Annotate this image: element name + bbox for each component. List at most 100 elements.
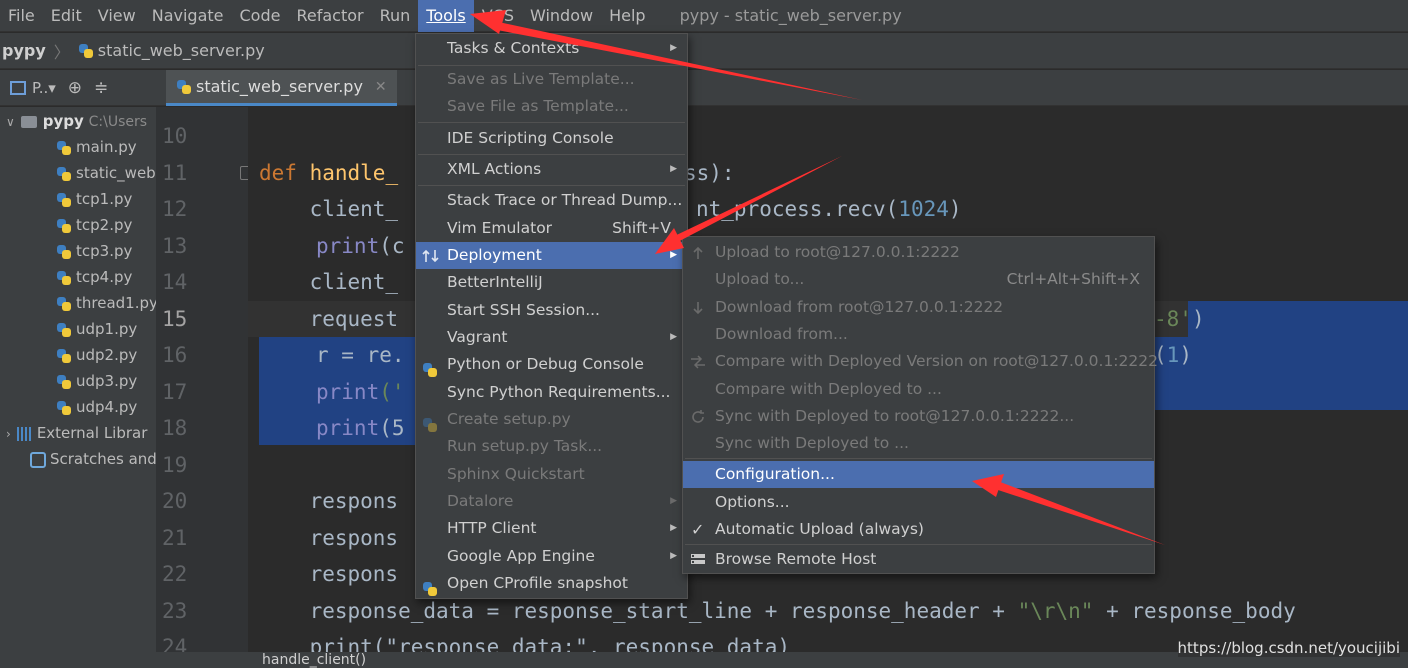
menu-item-automatic-upload[interactable]: ✓ Automatic Upload (always)	[683, 516, 1154, 543]
menu-item-upload-to[interactable]: Upload to... Ctrl+Alt+Shift+X	[683, 266, 1154, 293]
tree-scratches-label: Scratches and	[50, 450, 156, 468]
tree-root[interactable]: ∨ pypy C:\Users	[6, 108, 147, 134]
menu-separator	[418, 154, 685, 155]
menu-item-download-from-root[interactable]: Download from root@127.0.0.1:2222	[683, 294, 1154, 321]
menu-item-vim-emulator[interactable]: Vim Emulator Shift+V	[416, 215, 687, 242]
tree-file[interactable]: thread1.py	[56, 290, 156, 316]
menu-item-vagrant[interactable]: Vagrant ▶	[416, 324, 687, 351]
menu-run[interactable]: Run	[372, 0, 419, 32]
tree-file-label: tcp3.py	[76, 242, 133, 260]
menu-tools[interactable]: Tools	[418, 0, 474, 32]
window-title: pypy - static_web_server.py	[679, 6, 902, 25]
menu-item-google-app-engine[interactable]: Google App Engine ▶	[416, 543, 687, 570]
tree-scratches[interactable]: Scratches and	[30, 446, 156, 472]
menu-item-sphinx-quickstart[interactable]: Sphinx Quickstart	[416, 461, 687, 488]
line-number: 12	[162, 197, 188, 221]
menu-item-label: Sync Python Requirements...	[447, 383, 671, 401]
python-file-icon	[56, 348, 72, 364]
cprofile-icon	[422, 575, 440, 596]
tab-static-web-server[interactable]: static_web_server.py ✕	[166, 70, 397, 106]
code-line-11: def handle_	[259, 155, 398, 191]
menu-item-configuration[interactable]: Configuration...	[683, 461, 1154, 488]
submenu-arrow-icon: ▶	[670, 551, 677, 561]
crosshair-icon[interactable]: ⊕	[68, 78, 82, 98]
code-line-15-tail: -8')	[1154, 301, 1205, 337]
tree-file[interactable]: tcp3.py	[56, 238, 132, 264]
submenu-arrow-icon: ▶	[670, 43, 677, 53]
menu-item-save-file-template[interactable]: Save File as Template...	[416, 93, 687, 120]
menu-item-sync-deployed-root[interactable]: Sync with Deployed to root@127.0.0.1:222…	[683, 403, 1154, 430]
menu-item-compare-deployed[interactable]: Compare with Deployed to ...	[683, 376, 1154, 403]
python-file-icon	[56, 140, 72, 156]
line-number: 20	[162, 489, 188, 513]
tree-file[interactable]: udp1.py	[56, 316, 137, 342]
code-token: )	[1191, 307, 1205, 331]
tree-file[interactable]: tcp4.py	[56, 264, 132, 290]
library-icon	[16, 426, 31, 441]
menu-item-sync-deployed[interactable]: Sync with Deployed to ...	[683, 430, 1154, 457]
breadcrumb-project[interactable]: pypy	[2, 41, 46, 60]
menu-refactor[interactable]: Refactor	[288, 0, 371, 32]
tree-file[interactable]: udp4.py	[56, 394, 137, 420]
menu-item-tasks-contexts[interactable]: Tasks & Contexts ▶	[416, 35, 687, 62]
python-file-icon	[56, 374, 72, 390]
code-token: print	[316, 234, 380, 258]
tree-file-label: udp2.py	[76, 346, 138, 364]
function-breadcrumb[interactable]: handle_client()	[262, 652, 366, 668]
menu-navigate[interactable]: Navigate	[144, 0, 232, 32]
menu-item-run-setup-task[interactable]: Run setup.py Task...	[416, 433, 687, 460]
menu-item-sync-python-requirements[interactable]: Sync Python Requirements...	[416, 379, 687, 406]
menu-item-compare-deployed-root[interactable]: Compare with Deployed Version on root@12…	[683, 348, 1158, 375]
menu-item-browse-remote-host[interactable]: Browse Remote Host	[683, 546, 1154, 573]
tree-file-label: main.py	[76, 138, 137, 156]
menu-item-upload-to-root[interactable]: Upload to root@127.0.0.1:2222	[683, 239, 1154, 266]
code-token: response_data = response_start_line + re…	[259, 599, 1018, 623]
menu-file[interactable]: File	[0, 0, 43, 32]
menu-item-datalore[interactable]: Datalore ▶	[416, 488, 687, 515]
editor-tab-strip: static_web_server.py ✕	[156, 70, 1408, 106]
menu-item-save-live-template[interactable]: Save as Live Template...	[416, 66, 687, 93]
menu-item-stack-trace[interactable]: Stack Trace or Thread Dump...	[416, 187, 687, 214]
tree-file[interactable]: tcp1.py	[56, 186, 132, 212]
folder-icon	[20, 115, 37, 128]
tree-file[interactable]: main.py	[56, 134, 137, 160]
navigation-bar: pypy 〉 static_web_server.py	[0, 33, 1408, 69]
breadcrumb-file[interactable]: static_web_server.py	[98, 41, 265, 60]
tree-external-libraries[interactable]: › External Librar	[6, 420, 147, 446]
compare-icon	[691, 355, 705, 369]
menu-item-options[interactable]: Options...	[683, 489, 1154, 516]
menu-item-python-console[interactable]: Python or Debug Console	[416, 351, 687, 378]
menu-item-betterintellij[interactable]: BetterIntelliJ	[416, 269, 687, 296]
tree-file[interactable]: static_web	[56, 160, 156, 186]
collapse-all-icon[interactable]: ≑	[94, 78, 108, 98]
menu-vcs[interactable]: VCS	[474, 0, 522, 32]
menu-help[interactable]: Help	[601, 0, 653, 32]
tree-file[interactable]: udp3.py	[56, 368, 137, 394]
submenu-arrow-icon: ▶	[670, 332, 677, 342]
line-number: 19	[162, 453, 188, 477]
tree-file[interactable]: udp2.py	[56, 342, 137, 368]
menu-code[interactable]: Code	[232, 0, 289, 32]
menu-item-label: Configuration...	[715, 465, 835, 483]
code-line-20: respons	[259, 489, 399, 513]
menu-item-deployment[interactable]: Deployment ▶	[416, 242, 687, 269]
menu-item-ide-scripting-console[interactable]: IDE Scripting Console	[416, 125, 687, 152]
project-view-selector[interactable]: P..▾	[32, 79, 56, 97]
menu-item-xml-actions[interactable]: XML Actions ▶	[416, 156, 687, 183]
menu-view[interactable]: View	[90, 0, 144, 32]
close-icon[interactable]: ✕	[375, 79, 387, 95]
tree-external-label: External Librar	[36, 424, 148, 442]
line-number-current: 15	[162, 307, 188, 331]
menu-item-http-client[interactable]: HTTP Client ▶	[416, 515, 687, 542]
menu-item-open-cprofile[interactable]: Open CProfile snapshot	[416, 570, 687, 597]
menu-window[interactable]: Window	[522, 0, 601, 32]
sync-icon	[692, 410, 704, 423]
tree-file[interactable]: tcp2.py	[56, 212, 132, 238]
menu-item-start-ssh[interactable]: Start SSH Session...	[416, 297, 687, 324]
menu-edit[interactable]: Edit	[43, 0, 90, 32]
menu-item-download-from[interactable]: Download from...	[683, 321, 1154, 348]
menu-item-label: Download from...	[715, 325, 848, 343]
tab-label: static_web_server.py	[196, 77, 363, 96]
menu-item-create-setup[interactable]: Create setup.py	[416, 406, 687, 433]
menu-item-label: Browse Remote Host	[715, 550, 877, 568]
